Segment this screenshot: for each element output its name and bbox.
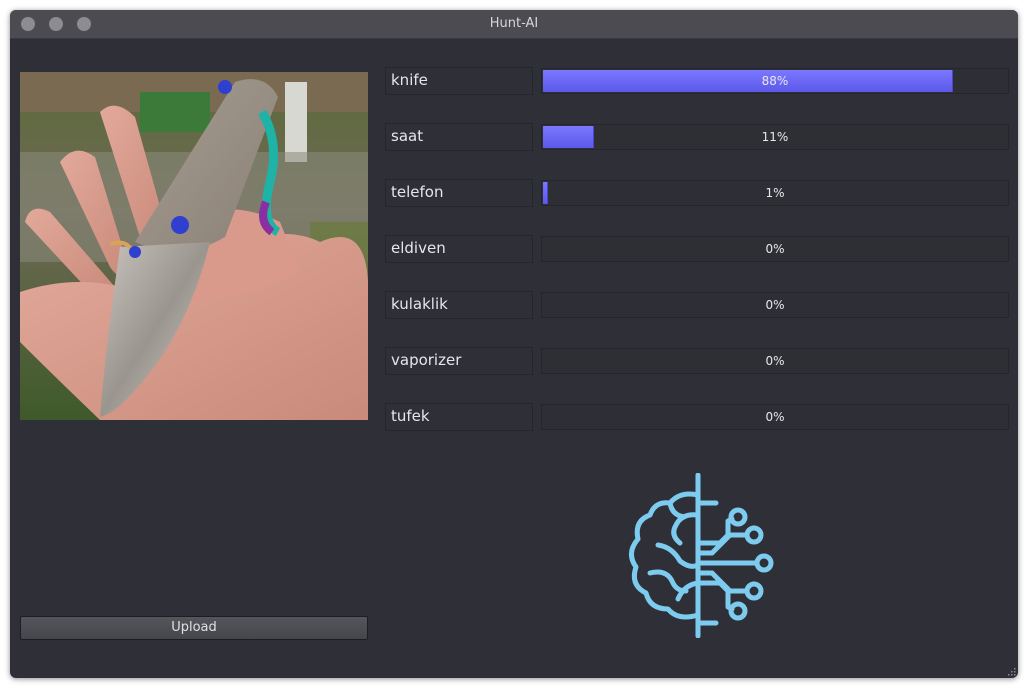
class-label-knife: knife [385,67,533,95]
progress-bar-kulaklik: 0% [541,292,1009,318]
class-label-eldiven: eldiven [385,235,533,263]
progress-percent: 0% [765,354,785,368]
app-window: Hunt-AI Upload knife 88% saat 11% telefo… [10,10,1018,678]
uploaded-image [20,72,368,420]
progress-bar-eldiven: 0% [541,236,1009,262]
upload-button[interactable]: Upload [20,616,368,640]
resize-grip-icon[interactable] [1006,666,1016,676]
class-label-tufek: tufek [385,403,533,431]
progress-percent: 0% [765,242,785,256]
window-title: Hunt-AI [489,16,539,31]
progress-bar-vaporizer: 0% [541,348,1009,374]
brain-circuit-icon [629,473,774,638]
progress-percent: 88% [761,74,789,88]
progress-percent: 0% [765,298,785,312]
class-label-vaporizer: vaporizer [385,347,533,375]
progress-bar-knife: 88% [541,68,1009,94]
class-label-kulaklik: kulaklik [385,291,533,319]
progress-percent: 1% [765,186,785,200]
progress-bar-saat: 11% [541,124,1009,150]
progress-bar-telefon: 1% [541,180,1009,206]
class-label-telefon: telefon [385,179,533,207]
class-label-saat: saat [385,123,533,151]
progress-percent: 11% [761,130,789,144]
title-bar[interactable]: Hunt-AI [10,10,1018,39]
progress-bar-tufek: 0% [541,404,1009,430]
progress-percent: 0% [765,410,785,424]
